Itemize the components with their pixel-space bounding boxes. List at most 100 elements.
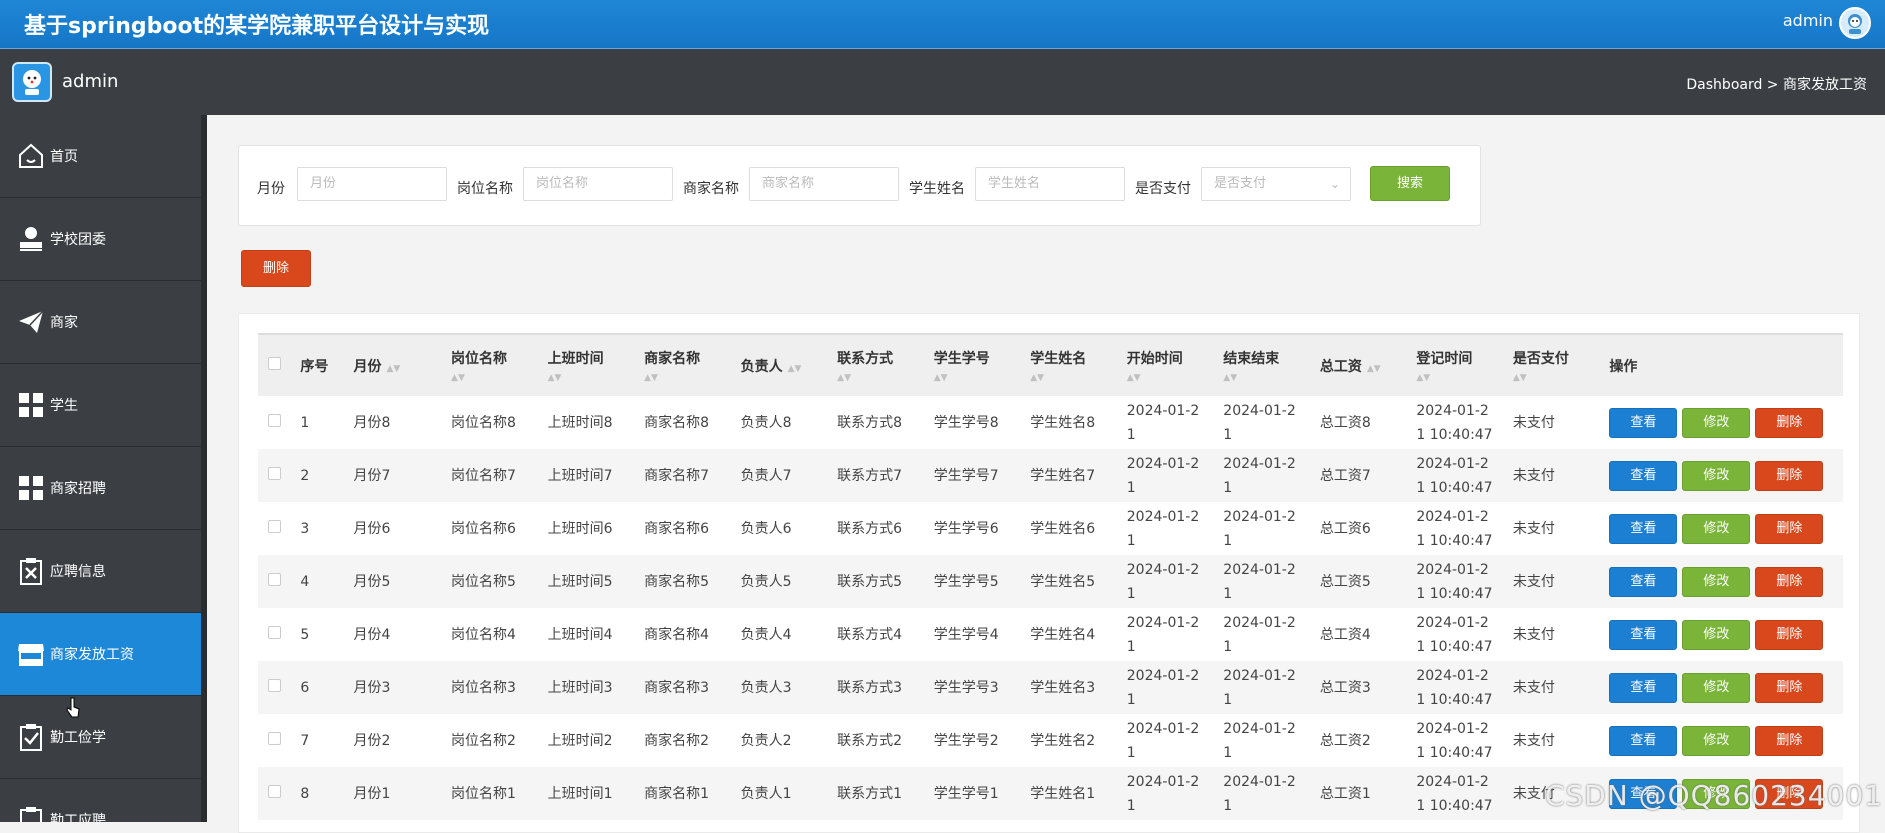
view-button[interactable]: 查看 (1609, 514, 1677, 544)
cell-month: 月份3 (353, 661, 451, 714)
sort-icon[interactable]: ▲▼ (1367, 364, 1381, 374)
sidebar-item-league[interactable]: 学校团委 (0, 198, 201, 281)
sort-icon[interactable]: ▲▼ (386, 364, 400, 374)
col-header-worktime[interactable]: 上班时间▲▼ (548, 334, 645, 396)
cell-job: 岗位名称7 (451, 449, 548, 502)
search-input-job[interactable]: 岗位名称 (523, 167, 673, 201)
edit-button[interactable]: 修改 (1682, 567, 1750, 597)
row-checkbox[interactable] (268, 785, 281, 798)
sidebar-item-home[interactable]: 首页 (0, 115, 201, 198)
sidebar-item-workstudy-apply[interactable]: 勤工应聘 (0, 779, 201, 822)
row-checkbox[interactable] (268, 573, 281, 586)
header-username[interactable]: admin (1783, 11, 1833, 30)
doc-icon (16, 805, 46, 822)
col-header-sname[interactable]: 学生姓名▲▼ (1030, 334, 1127, 396)
row-checkbox[interactable] (268, 467, 281, 480)
sort-icon[interactable]: ▲▼ (934, 374, 1031, 383)
view-button[interactable]: 查看 (1609, 567, 1677, 597)
delete-button[interactable]: 删除 (1755, 514, 1823, 544)
cell-start: 2024-01-21 (1127, 449, 1224, 502)
edit-button[interactable]: 修改 (1682, 514, 1750, 544)
sort-icon[interactable]: ▲▼ (1127, 374, 1224, 383)
col-header-sid[interactable]: 学生学号▲▼ (934, 334, 1031, 396)
bulk-delete-button[interactable]: 删除 (241, 250, 311, 287)
sidebar-item-merchant[interactable]: 商家 (0, 281, 201, 364)
col-header-end[interactable]: 结束结束▲▼ (1223, 334, 1320, 396)
edit-button[interactable]: 修改 (1682, 408, 1750, 438)
row-checkbox[interactable] (268, 520, 281, 533)
cell-regtime: 2024-01-21 10:40:47 (1416, 555, 1513, 608)
app-title: 基于springboot的某学院兼职平台设计与实现 (24, 8, 489, 40)
edit-button[interactable]: 修改 (1682, 620, 1750, 650)
sort-icon[interactable]: ▲▼ (1223, 374, 1320, 383)
cell-sname: 学生姓名1 (1030, 767, 1127, 820)
sort-icon[interactable]: ▲▼ (451, 374, 548, 383)
col-header-wage[interactable]: 总工资 ▲▼ (1320, 334, 1417, 396)
delete-button[interactable]: 删除 (1755, 567, 1823, 597)
cell-end: 2024-01-21 (1223, 555, 1320, 608)
cell-ops: 查看 修改 删除 (1609, 449, 1843, 502)
row-checkbox[interactable] (268, 679, 281, 692)
delete-button[interactable]: 删除 (1755, 461, 1823, 491)
edit-button[interactable]: 修改 (1682, 726, 1750, 756)
delete-button[interactable]: 删除 (1755, 408, 1823, 438)
cell-contact: 联系方式8 (837, 396, 934, 449)
col-header-label: 总工资 (1320, 359, 1362, 375)
edit-button[interactable]: 修改 (1682, 461, 1750, 491)
cell-text: 1 (1127, 639, 1136, 655)
col-header-paid[interactable]: 是否支付▲▼ (1513, 334, 1610, 396)
col-header-month[interactable]: 月份▲▼ (353, 334, 451, 396)
cell-job: 岗位名称2 (451, 714, 548, 767)
col-header-owner[interactable]: 负责人▲▼ (741, 334, 838, 396)
delete-button[interactable]: 删除 (1755, 726, 1823, 756)
cell-text: 1 10:40:47 (1416, 798, 1492, 814)
sidebar-item-workstudy[interactable]: 勤工俭学 (0, 696, 201, 779)
row-checkbox[interactable] (268, 732, 281, 745)
search-button[interactable]: 搜索 (1370, 166, 1450, 201)
cell-sid: 学生学号2 (934, 714, 1031, 767)
edit-button[interactable]: 修改 (1682, 673, 1750, 703)
search-input-merchant[interactable]: 商家名称 (749, 167, 899, 201)
sidebar-item-application[interactable]: 应聘信息 (0, 530, 201, 613)
view-button[interactable]: 查看 (1609, 461, 1677, 491)
sort-icon[interactable]: ▲▼ (644, 374, 741, 383)
col-header-start[interactable]: 开始时间▲▼ (1127, 334, 1224, 396)
row-checkbox[interactable] (268, 414, 281, 427)
search-input-month[interactable]: 月份 (297, 167, 447, 201)
delete-button[interactable]: 删除 (1755, 673, 1823, 703)
avatar[interactable] (1839, 7, 1871, 39)
search-input-student[interactable]: 学生姓名 (975, 167, 1125, 201)
view-button[interactable]: 查看 (1609, 408, 1677, 438)
search-select-paid[interactable]: 是否支付 ⌄ (1201, 167, 1351, 201)
sidebar-item-recruit[interactable]: 商家招聘 (0, 447, 201, 530)
cell-text: 1 (1127, 533, 1136, 549)
col-header-merchant[interactable]: 商家名称▲▼ (644, 334, 741, 396)
sort-icon[interactable]: ▲▼ (788, 364, 802, 374)
sort-icon[interactable]: ▲▼ (1416, 374, 1513, 383)
sort-icon[interactable]: ▲▼ (1513, 374, 1610, 383)
cell-text: 2024-01-2 (1127, 774, 1199, 790)
sidebar-item-student[interactable]: 学生 (0, 364, 201, 447)
view-button[interactable]: 查看 (1609, 726, 1677, 756)
breadcrumb[interactable]: Dashboard > 商家发放工资 (1686, 74, 1867, 94)
select-all-checkbox[interactable] (268, 357, 281, 370)
sort-icon[interactable]: ▲▼ (548, 374, 645, 383)
user-icon (16, 224, 46, 254)
sort-icon[interactable]: ▲▼ (1030, 374, 1127, 383)
cell-text: 1 10:40:47 (1416, 586, 1492, 602)
cell-text: 1 (1127, 586, 1136, 602)
cell-start: 2024-01-21 (1127, 608, 1224, 661)
sidebar-item-wages[interactable]: 商家发放工资 (0, 613, 201, 696)
row-checkbox[interactable] (268, 626, 281, 639)
col-header-regtime[interactable]: 登记时间▲▼ (1416, 334, 1513, 396)
cell-no: 6 (300, 661, 353, 714)
cell-ops: 查看 修改 删除 (1609, 661, 1843, 714)
sort-icon[interactable]: ▲▼ (837, 374, 934, 383)
delete-button[interactable]: 删除 (1755, 620, 1823, 650)
col-header-job[interactable]: 岗位名称▲▼ (451, 334, 548, 396)
cell-text: 2024-01-2 (1416, 668, 1488, 684)
sidebar: 首页 学校团委 商家 学生 商家招聘 应聘信息 商家发放工资 勤工俭学 勤工应聘 (0, 115, 207, 822)
view-button[interactable]: 查看 (1609, 673, 1677, 703)
col-header-contact[interactable]: 联系方式▲▼ (837, 334, 934, 396)
view-button[interactable]: 查看 (1609, 620, 1677, 650)
